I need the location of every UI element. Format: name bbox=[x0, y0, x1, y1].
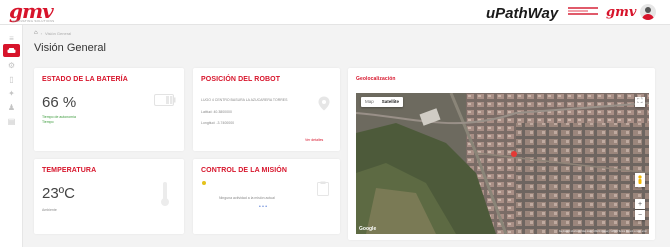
robot-position-card: POSICIÓN DEL ROBOT LUGO 4 CENTRO BASURA … bbox=[193, 68, 340, 151]
map-attribution[interactable]: Keyboard shortcuts Map data ©2024 Imager… bbox=[559, 230, 647, 233]
position-latitude: Latitud: 40.3800000 bbox=[201, 110, 232, 114]
list-icon[interactable]: ▤ bbox=[4, 115, 19, 127]
google-logo: Google bbox=[359, 226, 377, 232]
breadcrumb-current[interactable]: Visión General bbox=[45, 31, 71, 36]
document-icon[interactable]: ▯ bbox=[4, 73, 19, 85]
temperature-card: TEMPERATURA 23ºC Ambiente bbox=[34, 159, 184, 234]
menu-icon[interactable]: ≡ bbox=[4, 32, 19, 44]
sidebar: ≡ ⚙ ▯ ✦ ♟ ▤ bbox=[0, 25, 23, 247]
battery-time: Tiempo bbox=[42, 120, 54, 124]
position-title: POSICIÓN DEL ROBOT bbox=[201, 76, 281, 83]
satellite-tab[interactable]: Satellite bbox=[378, 97, 403, 107]
loading-dots: • • • bbox=[259, 204, 268, 210]
location-pin-icon bbox=[318, 96, 330, 111]
logo-subtitle: INNOVATING SOLUTIONS bbox=[12, 19, 55, 23]
pin-icon[interactable]: ✦ bbox=[4, 87, 19, 99]
gmv-logo[interactable]: gmv bbox=[9, 1, 54, 21]
battery-icon bbox=[154, 94, 176, 106]
position-address: LUGO 4 CENTRO BASURA LA AZUCARERA TORRES bbox=[201, 98, 288, 102]
top-bar: gmv INNOVATING SOLUTIONS uPathWay gmv bbox=[0, 0, 670, 25]
app-name: uPathWay bbox=[486, 5, 559, 22]
robot-icon[interactable]: ♟ bbox=[4, 101, 19, 113]
user-avatar-icon[interactable] bbox=[640, 4, 656, 20]
battery-card: ESTADO DE LA BATERÍA 66 % Tiempo de auto… bbox=[34, 68, 184, 151]
map-tab[interactable]: Map bbox=[361, 97, 378, 107]
fullscreen-icon[interactable]: ⛶ bbox=[635, 97, 645, 107]
map-type-tabs: Map Satellite bbox=[361, 97, 404, 107]
partner-logo: gmv bbox=[606, 5, 637, 20]
zoom-out-button[interactable]: − bbox=[635, 210, 645, 220]
map-view[interactable]: Map Satellite ⛶ + − Google Keyboard shor… bbox=[356, 93, 649, 234]
mission-status-dot bbox=[202, 181, 206, 185]
street-view-pegman-icon[interactable] bbox=[635, 173, 645, 187]
car-icon[interactable] bbox=[3, 44, 20, 57]
breadcrumb: ⌂ › Visión General bbox=[34, 30, 71, 36]
home-icon[interactable]: ⌂ bbox=[34, 30, 38, 36]
temperature-title: TEMPERATURA bbox=[42, 167, 97, 174]
page-title: Visión General bbox=[34, 42, 106, 54]
satellite-imagery bbox=[356, 93, 649, 234]
partner-logo-icon bbox=[568, 6, 598, 15]
thermometer-icon bbox=[161, 182, 169, 206]
temperature-note: Ambiente bbox=[42, 208, 57, 212]
breadcrumb-separator: › bbox=[40, 30, 42, 36]
zoom-in-button[interactable]: + bbox=[635, 199, 645, 209]
clipboard-icon bbox=[317, 181, 329, 196]
geolocation-title: Geolocalización bbox=[356, 76, 396, 82]
battery-title: ESTADO DE LA BATERÍA bbox=[42, 76, 128, 83]
mission-title: CONTROL DE LA MISIÓN bbox=[201, 167, 287, 174]
mission-control-card: CONTROL DE LA MISIÓN Ninguna actividad a… bbox=[193, 159, 340, 234]
settings-icon[interactable]: ⚙ bbox=[4, 59, 19, 71]
mission-message: Ninguna actividad a la misión actual bbox=[219, 196, 275, 200]
position-longitude: Longitud: -3.7400000 bbox=[201, 121, 235, 125]
view-details-link[interactable]: Ver detalles bbox=[305, 138, 323, 143]
battery-value: 66 % bbox=[42, 94, 77, 111]
temperature-value: 23ºC bbox=[42, 185, 75, 202]
